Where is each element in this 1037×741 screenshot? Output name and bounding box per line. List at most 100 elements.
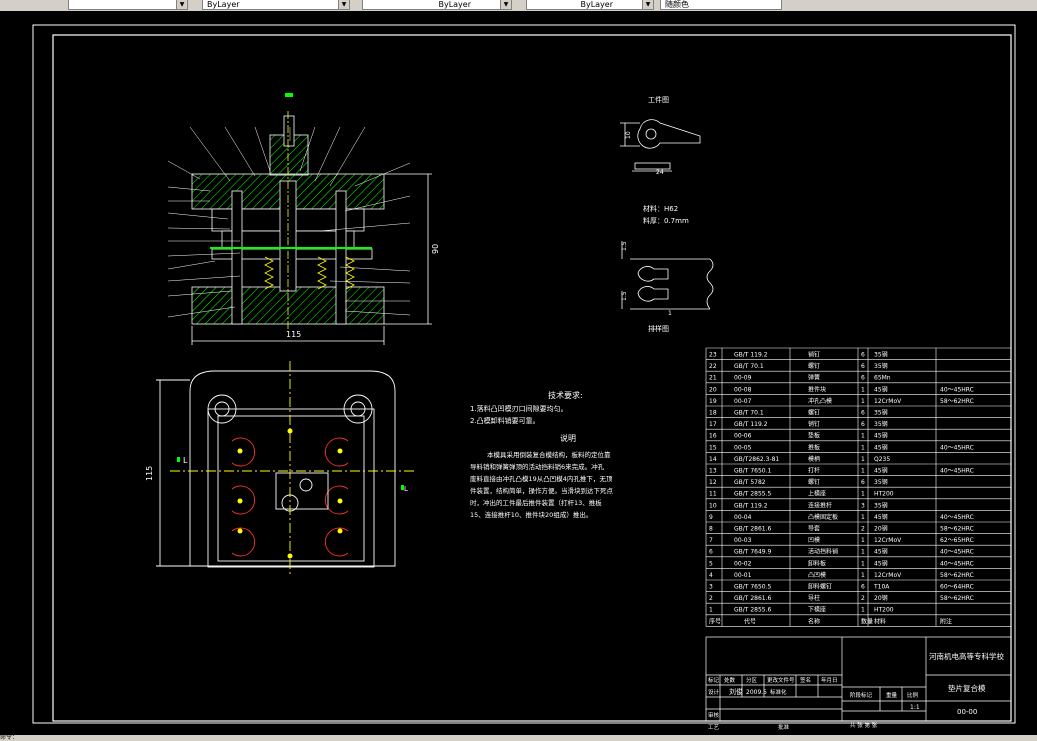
bom-cell: 推件块 bbox=[808, 385, 826, 393]
bom-cell: 3 bbox=[861, 502, 865, 509]
linetype-dropdown[interactable]: ByLayer ▼ bbox=[362, 0, 512, 10]
lineweight-dropdown[interactable]: ByLayer ▼ bbox=[526, 0, 654, 10]
bom-cell: 00-02 bbox=[734, 560, 752, 567]
bom-cell: 6 bbox=[861, 352, 865, 359]
bom-cell: 00-06 bbox=[734, 433, 752, 440]
bom-cell: 58～62HRC bbox=[940, 572, 974, 579]
bom-cell: 14 bbox=[709, 456, 717, 463]
process-label: 工艺 bbox=[708, 724, 720, 731]
bom-cell: 20钢 bbox=[874, 594, 888, 602]
bom-cell: 销钉 bbox=[808, 420, 820, 428]
bom-cell: 6 bbox=[861, 363, 865, 370]
bom-cell: Q235 bbox=[874, 456, 890, 463]
bom-cell: 卸料板 bbox=[808, 559, 826, 567]
assembly-height-dim: 90 bbox=[431, 244, 440, 254]
bom-cell: 00-07 bbox=[734, 398, 752, 405]
bom-cell: 卸料螺钉 bbox=[808, 583, 832, 591]
bom-cell: 凸凹模 bbox=[808, 571, 826, 579]
workpiece-dim-24: 24 bbox=[656, 169, 664, 176]
tech-title: 技术要求: bbox=[548, 390, 583, 400]
chevron-down-icon[interactable]: ▼ bbox=[176, 0, 187, 9]
drawing-canvas[interactable]: 115 90 115 L L 工件图 24 10 材料：H62 料厚：0.7mm… bbox=[0, 11, 1037, 735]
bom-cell: 15 bbox=[709, 444, 717, 451]
strip-dim-c: 1 bbox=[668, 310, 672, 317]
bom-cell: GB/T 119.2 bbox=[734, 352, 768, 359]
sheets-label: 共 张 第 张 bbox=[850, 721, 878, 729]
bom-cell: GB/T2862.3-81 bbox=[734, 456, 779, 463]
bom-cell: GB/T 7650.5 bbox=[734, 584, 772, 591]
chevron-down-icon[interactable]: ▼ bbox=[338, 0, 349, 9]
bom-cell: 62～65HRC bbox=[940, 537, 974, 544]
color-dropdown[interactable]: ByLayer ▼ bbox=[202, 0, 350, 10]
workpiece-material: 材料：H62 bbox=[643, 204, 678, 213]
bom-cell: GB/T 5782 bbox=[734, 479, 766, 486]
bom-cell: 10 bbox=[709, 502, 717, 509]
bom-cell: 导套 bbox=[808, 525, 820, 533]
stage-label: 阶段标记 bbox=[850, 691, 873, 699]
bom-cell: 下模座 bbox=[808, 606, 826, 614]
bom-cell: 00-08 bbox=[734, 386, 752, 393]
bom-cell: 6 bbox=[861, 375, 865, 382]
spring-left bbox=[264, 256, 274, 290]
bom-cell: 12CrMoV bbox=[874, 572, 902, 579]
bom-cell: GB/T 70.1 bbox=[734, 363, 764, 370]
bom-cell: 00-01 bbox=[734, 572, 752, 579]
top-marker bbox=[285, 93, 293, 97]
command-line[interactable]: 命令： bbox=[0, 735, 1037, 741]
bom-cell: 35钢 bbox=[874, 420, 888, 428]
desc-line-3: 废料直接由冲孔凸模19从凸凹模4内孔推下，无顶 bbox=[470, 474, 613, 483]
strip-outline bbox=[275, 472, 329, 510]
bom-cell: 模柄 bbox=[808, 455, 820, 463]
strip-dim-b: 1.5 bbox=[621, 291, 628, 301]
assembly-section-view bbox=[167, 111, 432, 345]
strip-layout bbox=[621, 241, 714, 310]
bom-cell: 20钢 bbox=[874, 525, 888, 533]
layer-dropdown[interactable]: ▼ bbox=[68, 0, 188, 10]
bom-header-cell: 附注 bbox=[940, 617, 952, 625]
guide-post-right bbox=[335, 190, 347, 325]
ratio-label: 比例 bbox=[907, 691, 919, 699]
bom-cell: 1 bbox=[861, 468, 865, 475]
bom-cell: 6 bbox=[861, 421, 865, 428]
bom-cell: 00-04 bbox=[734, 514, 752, 521]
bom-cell: 上模座 bbox=[808, 490, 826, 498]
bom-cell: 23 bbox=[709, 352, 717, 359]
zone-label: 分区 bbox=[746, 676, 758, 684]
bom-cell: GB/T 70.1 bbox=[734, 410, 764, 417]
bom-cell: 螺钉 bbox=[808, 478, 820, 486]
bom-cell: 40～45HRC bbox=[940, 560, 974, 567]
designer-name: 刘俊 bbox=[729, 687, 743, 696]
bom-cell: 1 bbox=[861, 560, 865, 567]
plotstyle-value: 随颜色 bbox=[665, 0, 689, 9]
bom-cell: 连接推杆 bbox=[808, 501, 832, 509]
bom-cell: 3 bbox=[709, 584, 713, 591]
bom-header-cell: 材料 bbox=[874, 617, 886, 625]
bom-cell: 2 bbox=[709, 595, 713, 602]
desc-line-6: 15、连接推杆10、推件块20组成）推出。 bbox=[470, 510, 592, 519]
chevron-down-icon[interactable]: ▼ bbox=[642, 0, 653, 9]
chevron-down-icon[interactable]: ▼ bbox=[500, 0, 511, 9]
bom-cell: 2 bbox=[861, 595, 865, 602]
desc-line-2: 导料销和弹簧弹顶的活动挡料销6来完成。冲孔 bbox=[470, 462, 605, 471]
bom-cell: 1 bbox=[861, 607, 865, 614]
bom-cell: GB/T 2861.6 bbox=[734, 595, 772, 602]
bom-cell: 58～62HRC bbox=[940, 526, 974, 533]
bom-cell: 45钢 bbox=[874, 559, 888, 567]
bom-cell: T10A bbox=[873, 584, 890, 591]
bom-cell: 60～64HRC bbox=[940, 584, 974, 591]
bom-cell: 1 bbox=[861, 549, 865, 556]
tech-item-2: 2.凸模卸料销要可靠。 bbox=[470, 416, 540, 425]
plotstyle-dropdown[interactable]: 随颜色 bbox=[660, 0, 782, 10]
bom-cell: 45钢 bbox=[874, 467, 888, 475]
bom-cell: GB/T 7650.1 bbox=[734, 468, 772, 475]
color-value: ByLayer bbox=[207, 0, 240, 9]
school-name: 河南机电高等专科学校 bbox=[929, 651, 1004, 661]
bom-cell: 6 bbox=[709, 549, 713, 556]
bom-cell: 螺钉 bbox=[808, 362, 820, 370]
bom-cell: 推板 bbox=[808, 443, 820, 451]
section-mark-b: L bbox=[404, 485, 408, 493]
bom-cell: 40～45HRC bbox=[940, 444, 974, 451]
bom-cell: HT200 bbox=[874, 491, 894, 498]
bom-cell: 1 bbox=[861, 456, 865, 463]
bom-header-cell: 序号 bbox=[709, 617, 721, 625]
